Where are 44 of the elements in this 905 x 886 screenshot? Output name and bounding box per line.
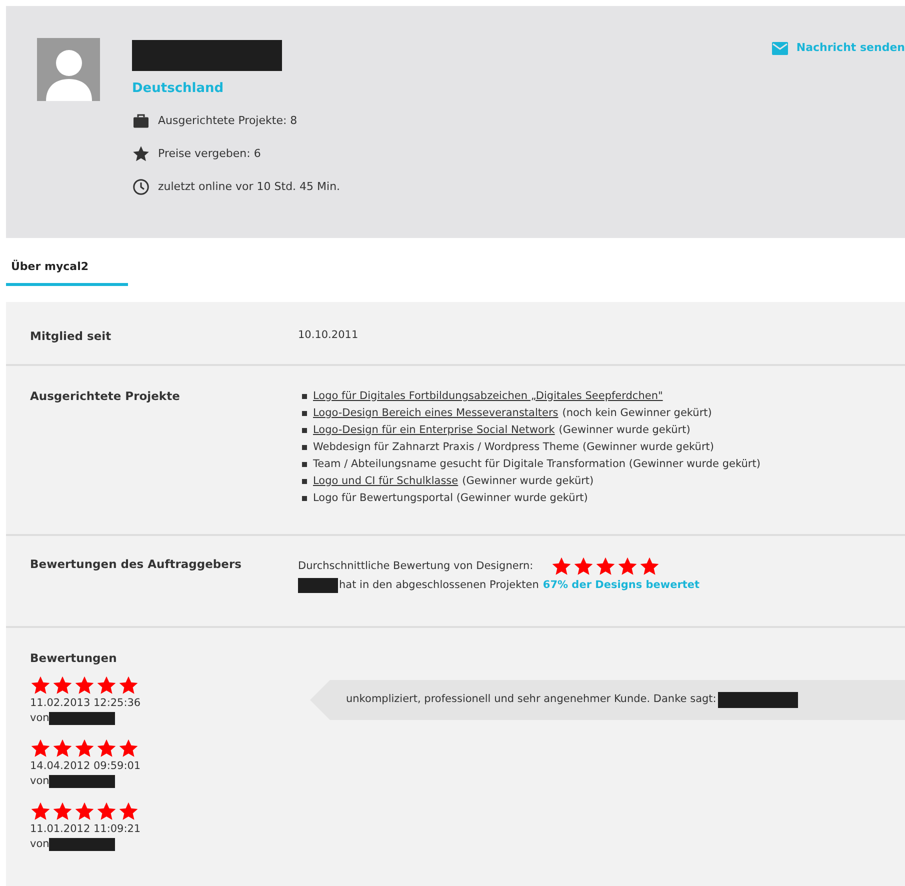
review-date: 11.01.2012 11:09:21 xyxy=(30,822,142,838)
star-icon xyxy=(132,145,150,163)
redaction-bar xyxy=(298,578,338,594)
bullet-icon xyxy=(302,462,307,467)
briefcase-icon xyxy=(132,112,150,130)
project-status: (Gewinner wurde gekürt) xyxy=(558,422,690,438)
bullet-icon xyxy=(302,479,307,484)
project-link[interactable]: Logo-Design Bereich eines Messeveranstalters xyxy=(313,406,558,422)
bullet-icon xyxy=(302,496,307,501)
project-link[interactable]: Logo für Digitales Fortbildungsabzeichen „Digitales Seepferdchen" xyxy=(313,388,663,404)
project-link[interactable]: Logo und CI für Schulklasse xyxy=(313,474,458,490)
stat-text: Preise vergeben: 6 xyxy=(158,146,261,162)
stat-text: zuletzt online vor 10 Std. 45 Min. xyxy=(158,178,340,195)
project-text: Webdesign für Zahnarzt Praxis / Wordpress Theme (Gewinner wurde gekürt) xyxy=(313,440,714,455)
project-text: Logo für Bewertungsportal (Gewinner wurde gekürt) xyxy=(313,490,588,506)
review-date: 14.04.2012 09:59:01 xyxy=(30,759,142,774)
redaction-bar xyxy=(49,838,116,852)
envelope-icon xyxy=(772,42,788,55)
comment-text: unkompliziert, professionell und sehr angenehmer Kunde. Danke sagt: xyxy=(346,692,716,708)
row-label: Bewertungen xyxy=(30,650,118,667)
member-since-value: 10.10.2011 xyxy=(298,328,360,343)
project-text: Team / Abteilungsname gesucht für Digitale Transformation (Gewinner wurde gekürt) xyxy=(313,456,760,472)
bullet-icon xyxy=(302,411,307,416)
bullet-icon xyxy=(302,394,307,399)
project-link[interactable]: Logo-Design für ein Enterprise Social Network xyxy=(313,422,555,438)
rating-text: hat in den abgeschlossenen Projekten xyxy=(339,578,539,593)
average-rating-label: Durchschnittliche Bewertung von Designern: xyxy=(298,558,534,574)
redaction-bar xyxy=(49,712,116,726)
bullet-icon xyxy=(302,445,307,450)
stat-text: Ausgerichtete Projekte: 8 xyxy=(158,112,298,129)
redaction-bar xyxy=(49,775,116,788)
reviewer-label: von xyxy=(30,711,50,726)
clock-icon xyxy=(132,178,150,196)
avatar xyxy=(37,38,100,101)
row-label: Mitglied seit xyxy=(30,328,112,345)
reviewer-label: von xyxy=(30,774,50,790)
reviewer-label: von xyxy=(30,837,50,852)
bullet-icon xyxy=(302,428,307,433)
review-date: 11.02.2013 12:25:36 xyxy=(30,696,142,712)
tab[interactable]: Über mycal2 xyxy=(6,258,128,286)
project-status: (Gewinner wurde gekürt) xyxy=(462,474,594,489)
row-label: Bewertungen des Auftraggebers xyxy=(30,556,242,573)
row-label: Ausgerichtete Projekte xyxy=(30,388,181,405)
project-status: (noch kein Gewinner gekürt) xyxy=(562,406,712,421)
